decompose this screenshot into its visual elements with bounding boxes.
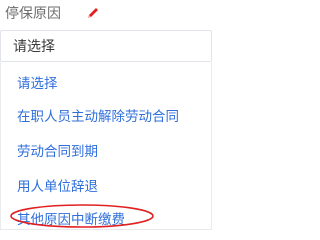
option-employee-terminated-contract[interactable]: 在职人员主动解除劳动合同: [1, 99, 211, 131]
reason-select[interactable]: 请选择: [0, 30, 212, 62]
stop-insurance-reason-field: 停保原因 请选择 请选择 在职人员主动解除劳动合同 劳动合同到期 用人单位辞退 …: [0, 0, 214, 230]
field-label: 停保原因: [5, 6, 61, 22]
option-contract-expired[interactable]: 劳动合同到期: [1, 134, 211, 166]
option-employer-dismissal[interactable]: 用人单位辞退: [1, 169, 211, 201]
option-please-select[interactable]: 请选择: [1, 66, 211, 98]
pencil-icon[interactable]: [86, 6, 100, 20]
reason-dropdown-list: 请选择 在职人员主动解除劳动合同 劳动合同到期 用人单位辞退 其他原因中断缴费: [0, 62, 212, 230]
option-other-payment-interruption[interactable]: 其他原因中断缴费: [1, 202, 211, 234]
